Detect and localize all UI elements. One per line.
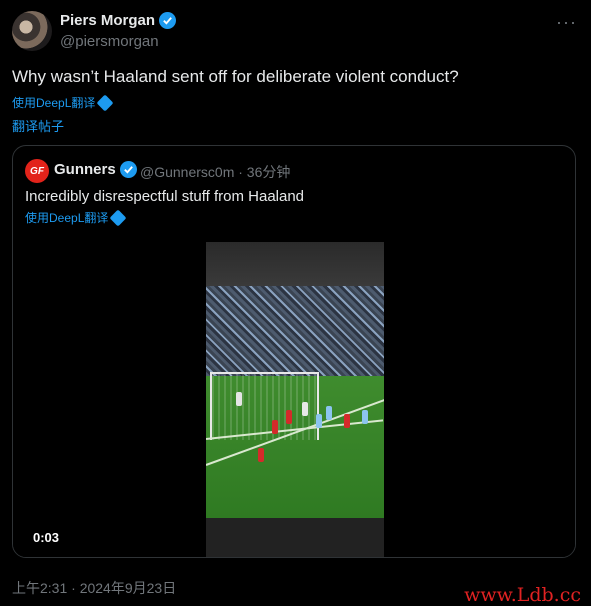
tweet-text: Why wasn’t Haaland sent off for delibera… [12,67,459,86]
author-handle[interactable]: @piersmorgan [60,33,159,50]
more-options-icon[interactable]: ··· [556,12,577,33]
author-avatar[interactable] [12,11,52,51]
player [272,420,278,434]
quote-author-name[interactable]: Gunners [54,161,116,178]
verified-badge-icon [159,12,177,29]
video-frame[interactable] [206,242,384,557]
quote-avatar-logo: GF [30,165,44,177]
translate-post-link[interactable]: 翻译帖子 [12,116,64,135]
author-name-row[interactable]: Piers Morgan [60,12,177,29]
quote-author-name-row[interactable]: Gunners [54,161,137,178]
video-frame-bottom [206,518,384,557]
quote-author-avatar[interactable]: GF [25,159,49,183]
player [258,448,264,462]
verified-badge-icon [119,161,137,178]
quote-translate-deepl-label[interactable]: 使用DeepL翻译 [25,209,108,226]
tweet-timestamp[interactable]: 上午2:31 · 2024年9月23日 [12,578,176,598]
player [326,406,332,420]
stadium-crowd [206,286,384,376]
player [286,410,292,424]
player [236,392,242,406]
video-player[interactable]: 0:03 [13,232,575,557]
player [362,410,368,424]
quoted-tweet-card[interactable]: GF Gunners @Gunnersc0m · 36分钟 Incredibly… [12,145,576,558]
video-time: 0:03 [33,530,60,545]
player [344,414,350,428]
quote-text: Incredibly disrespectful stuff from Haal… [25,188,305,205]
translate-deepl-label[interactable]: 使用DeepL翻译 [12,94,95,111]
translate-deepl-link[interactable]: 使用DeepL翻译 [12,94,114,111]
deepl-icon [109,209,127,226]
author-name[interactable]: Piers Morgan [60,12,155,29]
video-frame-top [206,242,384,286]
player [302,402,308,416]
player [316,414,322,428]
quote-author-meta: @Gunnersc0m · 36分钟 [140,164,291,180]
watermark: www.Ldb.cc [464,584,581,606]
quote-translate-deepl-link[interactable]: 使用DeepL翻译 [25,209,127,226]
deepl-icon [96,94,114,111]
